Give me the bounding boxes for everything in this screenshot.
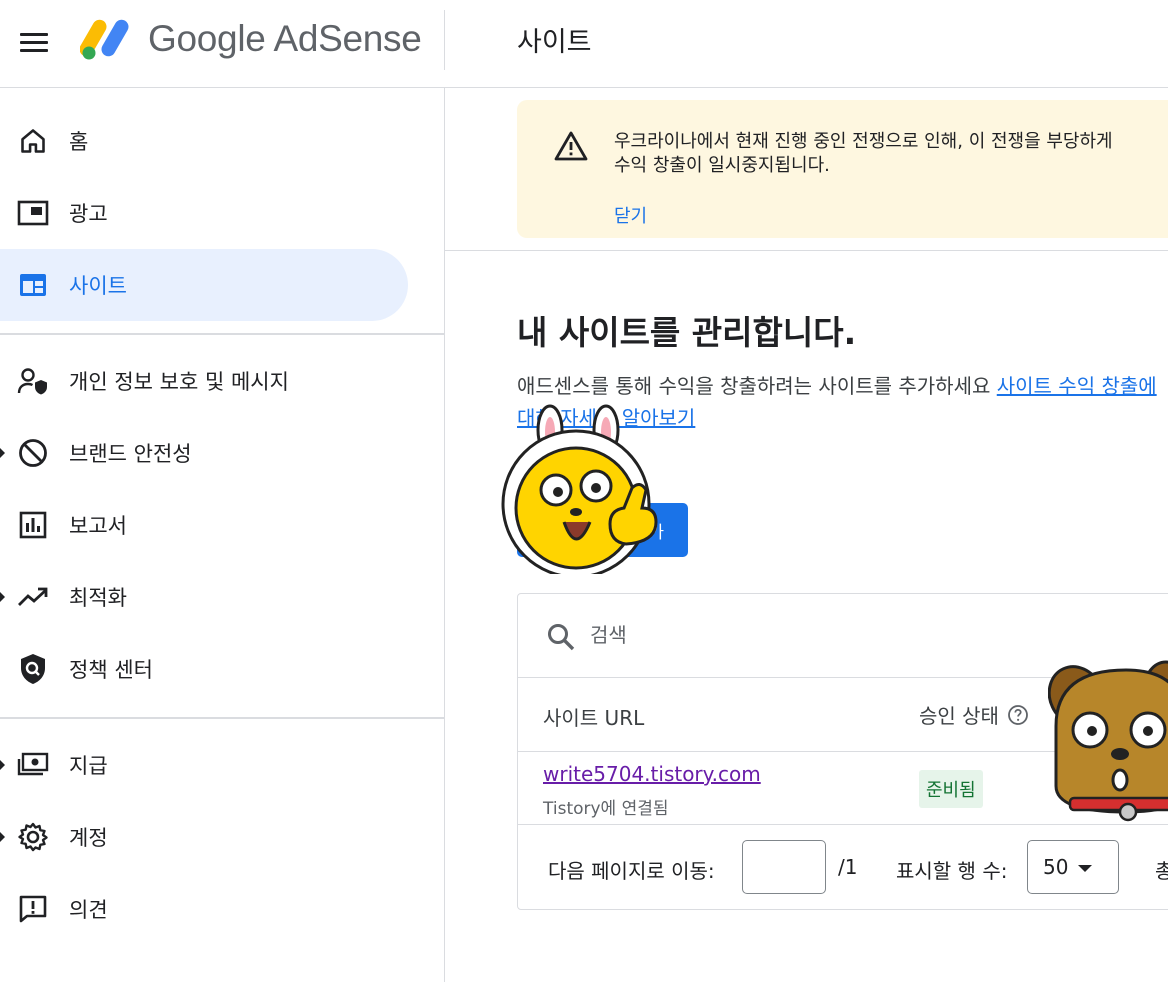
sidebar-item-feedback[interactable]: 의견	[0, 873, 408, 945]
description-text: 애드센스를 통해 수익을 창출하려는 사이트를 추가하세요	[517, 374, 997, 398]
total-count-text: 총	[1155, 859, 1168, 883]
sidebar-item-home[interactable]: 홈	[0, 105, 408, 177]
dropdown-arrow-icon	[1078, 865, 1092, 872]
column-header-label: 승인 상태	[919, 704, 999, 728]
header-divider	[444, 10, 445, 70]
column-header-site-url[interactable]: 사이트 URL	[543, 702, 644, 731]
pagination-bar: 다음 페이지로 이동: /1 표시할 행 수: 50 총	[518, 825, 1168, 911]
expand-arrow-icon[interactable]	[0, 832, 5, 842]
page-number-input[interactable]	[742, 840, 826, 894]
bunny-thumbs-up-sticker	[501, 404, 658, 574]
sites-icon	[16, 268, 50, 302]
section-divider	[445, 250, 1168, 251]
goto-page-label: 다음 페이지로 이동:	[548, 859, 715, 883]
column-header-approval-status[interactable]: 승인 상태	[919, 700, 1029, 729]
sidebar-item-account[interactable]: 계정	[0, 801, 408, 873]
block-icon	[16, 436, 50, 470]
sidebar-item-payments[interactable]: 지급	[0, 729, 408, 801]
settings-icon	[16, 820, 50, 854]
expand-arrow-icon[interactable]	[0, 592, 5, 602]
sidebar-item-label: 정책 센터	[69, 658, 153, 682]
sidebar-item-label: 사이트	[69, 274, 127, 298]
sidebar-item-label: 개인 정보 보호 및 메시지	[69, 370, 289, 394]
expand-arrow-icon[interactable]	[0, 760, 5, 770]
sidebar-item-label: 최적화	[69, 586, 127, 610]
site-url-link[interactable]: write5704.tistory.com	[543, 762, 761, 786]
sidebar-divider	[0, 333, 444, 335]
sidebar-item-sites[interactable]: 사이트	[0, 249, 408, 321]
adsense-logo[interactable]	[80, 14, 136, 62]
search-icon	[548, 624, 575, 651]
sidebar-divider	[0, 717, 444, 719]
sidebar-item-label: 보고서	[69, 514, 127, 538]
sidebar-item-label: 광고	[69, 202, 108, 226]
report-icon	[16, 508, 50, 542]
sidebar-item-label: 계정	[69, 826, 108, 850]
warning-banner: 우크라이나에서 현재 진행 중인 전쟁으로 인해, 이 전쟁을 부당하게 수익 …	[517, 100, 1168, 238]
sidebar-item-policy-center[interactable]: 정책 센터	[0, 633, 408, 705]
rows-per-page-value: 50	[1043, 855, 1069, 879]
sidebar-item-label: 홈	[69, 130, 89, 154]
search-input[interactable]	[590, 618, 1090, 652]
sidebar-item-label: 지급	[69, 754, 108, 778]
trending-up-icon	[16, 580, 50, 614]
sidebar-item-label: 브랜드 안전성	[69, 442, 192, 466]
ads-icon	[16, 196, 50, 230]
sidebar: 홈 광고 사이트 개인 정보 보호 및 메시지 브랜드 안전성 보고서 최적화 …	[0, 88, 445, 982]
dog-surprised-sticker	[1048, 660, 1168, 822]
payments-icon	[16, 748, 50, 782]
top-app-bar: Google AdSense 사이트	[0, 0, 1168, 88]
rows-per-page-label: 표시할 행 수:	[896, 859, 1008, 883]
dismiss-link[interactable]: 닫기	[614, 202, 647, 228]
warning-icon	[554, 131, 588, 161]
privacy-icon	[16, 364, 50, 398]
sidebar-item-label: 의견	[69, 898, 108, 922]
sidebar-item-ads[interactable]: 광고	[0, 177, 408, 249]
section-heading: 내 사이트를 관리합니다.	[517, 313, 857, 352]
brand-name: Google AdSense	[148, 18, 422, 59]
warning-message: 우크라이나에서 현재 진행 중인 전쟁으로 인해, 이 전쟁을 부당하게 수익 …	[614, 131, 1113, 176]
sidebar-item-optimization[interactable]: 최적화	[0, 561, 408, 633]
sidebar-item-privacy[interactable]: 개인 정보 보호 및 메시지	[0, 345, 408, 417]
sidebar-item-brand-safety[interactable]: 브랜드 안전성	[0, 417, 408, 489]
expand-arrow-icon[interactable]	[0, 448, 5, 458]
menu-icon[interactable]	[16, 24, 52, 60]
feedback-icon	[16, 892, 50, 926]
home-icon	[16, 124, 50, 158]
status-badge: 준비됨	[919, 770, 983, 808]
page-title: 사이트	[517, 27, 592, 58]
help-icon[interactable]	[1007, 704, 1029, 726]
policy-icon	[16, 652, 50, 686]
rows-per-page-select[interactable]: 50	[1027, 840, 1119, 894]
site-connection-text: Tistory에 연결됨	[543, 799, 669, 819]
page-total: /1	[838, 855, 858, 879]
sidebar-item-reports[interactable]: 보고서	[0, 489, 408, 561]
